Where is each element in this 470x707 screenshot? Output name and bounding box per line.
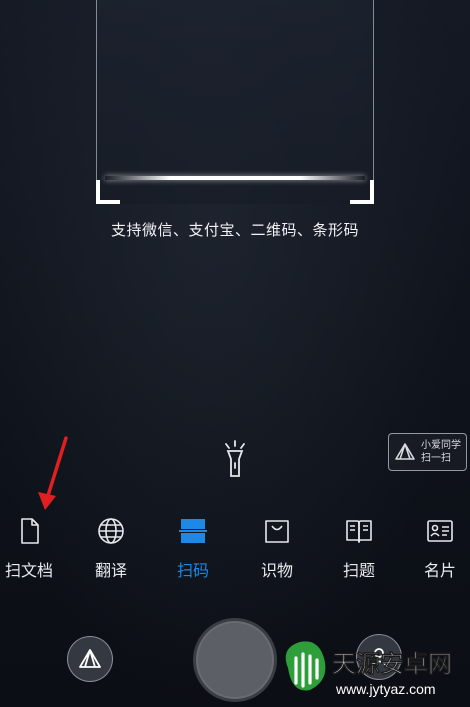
mode-label: 名片: [423, 561, 456, 580]
scan-frame-corner-bottom-right: [350, 180, 374, 204]
shopping-bag-icon: [265, 520, 289, 543]
scan-frame: [96, 0, 374, 204]
mode-label: 翻译: [94, 561, 127, 580]
badge-line-2: 扫一扫: [421, 453, 451, 464]
annotation-arrow-icon: [38, 436, 68, 510]
document-icon: [21, 518, 39, 544]
mode-business-card[interactable]: 名片: [405, 516, 470, 581]
mode-label: 扫题: [342, 561, 375, 580]
mode-label: 识物: [260, 561, 293, 580]
scan-mode-bar: 扫文档 翻译 扫码 识物 扫题 名片: [0, 516, 470, 586]
scan-hint-text: 支持微信、支付宝、二维码、条形码: [110, 221, 359, 239]
scan-code-icon: [179, 519, 207, 543]
xiaoai-logo-icon: [395, 443, 415, 460]
scan-line: [105, 176, 365, 180]
site-watermark: 天源安卓网 www.jytyaz.com: [285, 641, 452, 697]
badge-line-1: 小爱同学: [421, 440, 461, 451]
mode-translate[interactable]: 翻译: [76, 516, 146, 581]
flashlight-icon[interactable]: [222, 440, 248, 478]
globe-icon: [98, 518, 124, 544]
mode-scan-code[interactable]: 扫码: [158, 516, 228, 581]
scan-frame-corner-bottom-left: [96, 180, 120, 204]
xiaoai-scan-badge[interactable]: 小爱同学 扫一扫: [388, 433, 467, 471]
watermark-url: www.jytyaz.com: [335, 681, 436, 697]
open-book-icon: [346, 520, 372, 543]
watermark-title: 天源安卓网: [332, 650, 452, 678]
business-card-icon: [427, 520, 453, 542]
mode-label: 扫文档: [4, 561, 53, 580]
mode-identify-object[interactable]: 识物: [242, 516, 312, 581]
mode-scan-question[interactable]: 扫题: [324, 516, 394, 581]
xiaoai-logo-icon: [79, 649, 101, 668]
mode-label: 扫码: [176, 561, 209, 580]
xiaoai-button[interactable]: [67, 636, 113, 682]
mode-scan-document[interactable]: 扫文档: [0, 516, 64, 581]
shutter-button[interactable]: [193, 618, 277, 702]
